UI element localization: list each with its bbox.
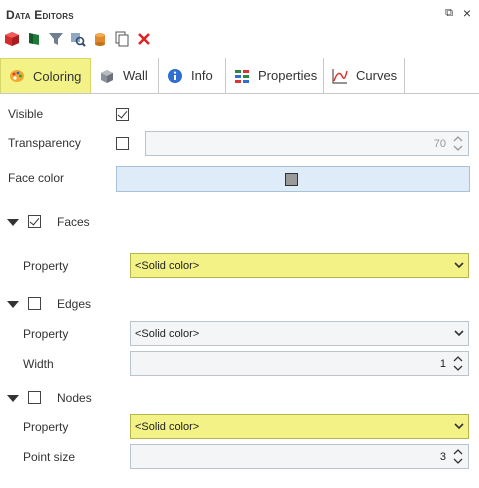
- copy-icon[interactable]: [114, 31, 130, 47]
- faces-property-label: Property: [23, 259, 69, 273]
- chevron-down-icon: [454, 262, 464, 269]
- faces-collapse-icon[interactable]: [7, 219, 19, 226]
- green-flag-icon[interactable]: [26, 31, 42, 47]
- faces-property-select[interactable]: <Solid color>: [130, 253, 469, 278]
- transparency-label: Transparency: [8, 136, 81, 150]
- tab-properties[interactable]: Properties: [226, 58, 324, 93]
- visible-label: Visible: [8, 107, 44, 121]
- tab-coloring-label: Coloring: [33, 68, 82, 84]
- title-bar: Data Editors ⧉ ×: [0, 0, 479, 28]
- close-icon[interactable]: ×: [460, 6, 474, 20]
- nodes-point-size-label: Point size: [23, 450, 76, 464]
- search-grid-icon[interactable]: [70, 31, 86, 47]
- stepper-up-icon[interactable]: [453, 355, 463, 362]
- properties-icon: [234, 68, 250, 84]
- tab-coloring[interactable]: Coloring: [0, 58, 91, 93]
- nodes-label: Nodes: [57, 391, 92, 405]
- transparency-checkbox[interactable]: [116, 137, 129, 150]
- tab-bar: Coloring Wall Info Properties Curves: [0, 58, 479, 94]
- edges-property-select[interactable]: <Solid color>: [130, 321, 469, 346]
- panel-title: Data Editors: [6, 8, 74, 22]
- transparency-stepper[interactable]: 70: [145, 131, 469, 156]
- palette-icon: [9, 68, 25, 84]
- toolbar: [4, 31, 152, 49]
- nodes-point-size-stepper[interactable]: 3: [130, 444, 469, 469]
- curves-icon: [332, 68, 348, 84]
- face-color-label: Face color: [8, 171, 65, 185]
- nodes-point-size-value: 3: [439, 451, 446, 463]
- chevron-down-icon: [454, 423, 464, 430]
- edges-width-stepper[interactable]: 1: [130, 351, 469, 376]
- edges-property-label: Property: [23, 327, 69, 341]
- stepper-up-icon[interactable]: [453, 135, 463, 142]
- tab-info[interactable]: Info: [159, 58, 226, 93]
- stepper-down-icon[interactable]: [453, 145, 463, 152]
- face-color-picker[interactable]: [116, 166, 470, 192]
- delete-icon[interactable]: [136, 31, 152, 47]
- wall-icon: [99, 68, 115, 84]
- red-cube-icon[interactable]: [4, 31, 20, 47]
- edges-label: Edges: [57, 297, 92, 311]
- stepper-down-icon[interactable]: [453, 365, 463, 372]
- tab-wall-label: Wall: [123, 68, 148, 83]
- nodes-property-label: Property: [23, 420, 69, 434]
- edges-width-value: 1: [439, 358, 446, 370]
- edges-collapse-icon[interactable]: [7, 301, 19, 308]
- nodes-property-value: <Solid color>: [135, 421, 200, 433]
- tab-curves[interactable]: Curves: [324, 58, 405, 93]
- tab-properties-label: Properties: [258, 68, 318, 83]
- tab-curves-label: Curves: [356, 68, 398, 83]
- faces-label: Faces: [57, 215, 90, 229]
- chevron-down-icon: [454, 330, 464, 337]
- info-icon: [167, 68, 183, 84]
- tab-wall[interactable]: Wall: [91, 58, 159, 93]
- nodes-collapse-icon[interactable]: [7, 395, 19, 402]
- stepper-down-icon[interactable]: [453, 458, 463, 465]
- restore-icon[interactable]: ⧉: [442, 6, 456, 20]
- faces-property-value: <Solid color>: [135, 260, 200, 272]
- faces-checkbox[interactable]: [28, 215, 41, 228]
- edges-checkbox[interactable]: [28, 297, 41, 310]
- funnel-icon[interactable]: [48, 31, 64, 47]
- edges-width-label: Width: [23, 357, 54, 371]
- face-color-swatch: [285, 173, 298, 186]
- stepper-up-icon[interactable]: [453, 448, 463, 455]
- tab-info-label: Info: [191, 68, 213, 83]
- cylinder-icon[interactable]: [92, 31, 108, 47]
- nodes-checkbox[interactable]: [28, 391, 41, 404]
- nodes-property-select[interactable]: <Solid color>: [130, 414, 469, 439]
- transparency-value: 70: [433, 138, 446, 150]
- visible-checkbox[interactable]: [116, 108, 129, 121]
- edges-property-value: <Solid color>: [135, 328, 200, 340]
